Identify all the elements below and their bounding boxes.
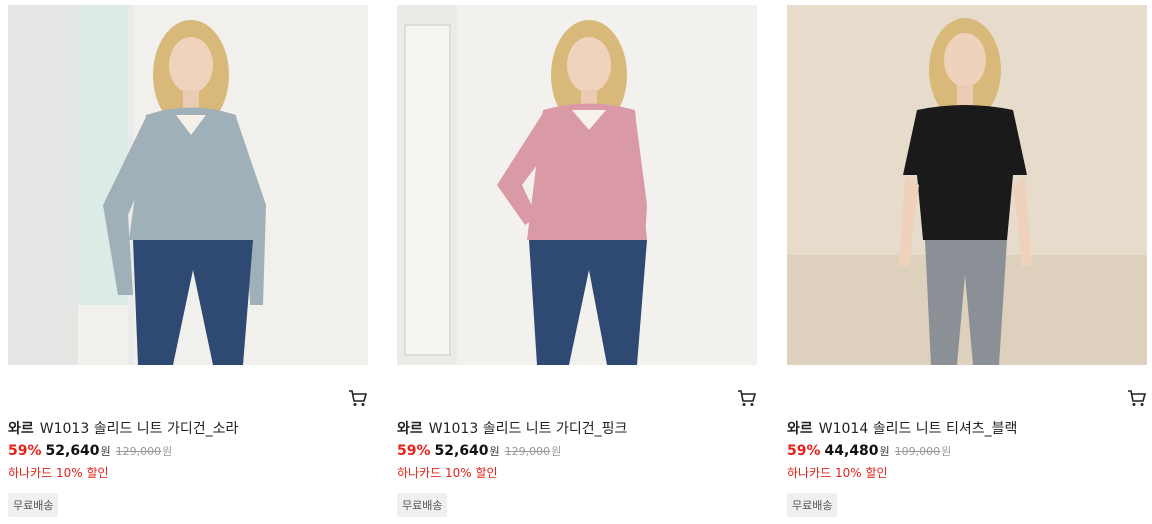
original-price: 129,000 bbox=[504, 445, 551, 458]
currency-unit: 원 bbox=[100, 445, 111, 458]
shopping-cart-icon[interactable] bbox=[737, 389, 757, 407]
discount-rate: 59% bbox=[397, 443, 431, 459]
product-title[interactable]: 와르 W1013 솔리드 니트 가디건_핑크 bbox=[397, 418, 627, 438]
product-name: W1013 솔리드 니트 가디건_소라 bbox=[39, 421, 239, 437]
card-promo: 하나카드 10% 할인 bbox=[397, 466, 498, 480]
product-grid: 와르 W1013 솔리드 니트 가디건_소라 59% 52,640원 129,000원… bbox=[0, 0, 1152, 524]
shopping-cart-icon[interactable] bbox=[1127, 389, 1147, 407]
brand-name: 와르 bbox=[8, 421, 34, 437]
card-promo: 하나카드 10% 할인 bbox=[787, 466, 888, 480]
sale-price: 44,480 bbox=[824, 443, 879, 459]
discount-rate: 59% bbox=[787, 443, 821, 459]
product-image[interactable] bbox=[787, 5, 1147, 365]
original-currency-unit: 원 bbox=[941, 445, 952, 458]
shopping-cart-icon[interactable] bbox=[348, 389, 368, 407]
card-promo: 하나카드 10% 할인 bbox=[8, 466, 109, 480]
sale-price: 52,640 bbox=[45, 443, 100, 459]
product-image[interactable] bbox=[8, 5, 368, 365]
product-card[interactable]: 와르 W1013 솔리드 니트 가디건_핑크 59% 52,640원 129,000원… bbox=[397, 5, 757, 517]
free-shipping-badge: 무료배송 bbox=[787, 493, 838, 517]
original-price: 129,000 bbox=[115, 445, 162, 458]
product-title[interactable]: 와르 W1014 솔리드 니트 티셔츠_블랙 bbox=[787, 418, 1017, 438]
original-currency-unit: 원 bbox=[162, 445, 173, 458]
original-price: 109,000 bbox=[894, 445, 941, 458]
price-row: 59% 44,480원 109,000원 bbox=[787, 443, 951, 459]
product-title[interactable]: 와르 W1013 솔리드 니트 가디건_소라 bbox=[8, 418, 238, 438]
product-card[interactable]: 와르 W1014 솔리드 니트 티셔츠_블랙 59% 44,480원 109,000원… bbox=[787, 5, 1147, 517]
discount-rate: 59% bbox=[8, 443, 42, 459]
product-name: W1013 솔리드 니트 가디건_핑크 bbox=[428, 421, 628, 437]
product-image[interactable] bbox=[397, 5, 757, 365]
currency-unit: 원 bbox=[489, 445, 500, 458]
price-row: 59% 52,640원 129,000원 bbox=[397, 443, 561, 459]
brand-name: 와르 bbox=[787, 421, 813, 437]
free-shipping-badge: 무료배송 bbox=[397, 493, 448, 517]
original-currency-unit: 원 bbox=[551, 445, 562, 458]
product-card[interactable]: 와르 W1013 솔리드 니트 가디건_소라 59% 52,640원 129,000원… bbox=[8, 5, 368, 517]
free-shipping-badge: 무료배송 bbox=[8, 493, 59, 517]
sale-price: 52,640 bbox=[434, 443, 489, 459]
price-row: 59% 52,640원 129,000원 bbox=[8, 443, 172, 459]
currency-unit: 원 bbox=[879, 445, 890, 458]
brand-name: 와르 bbox=[397, 421, 423, 437]
product-name: W1014 솔리드 니트 티셔츠_블랙 bbox=[818, 421, 1018, 437]
